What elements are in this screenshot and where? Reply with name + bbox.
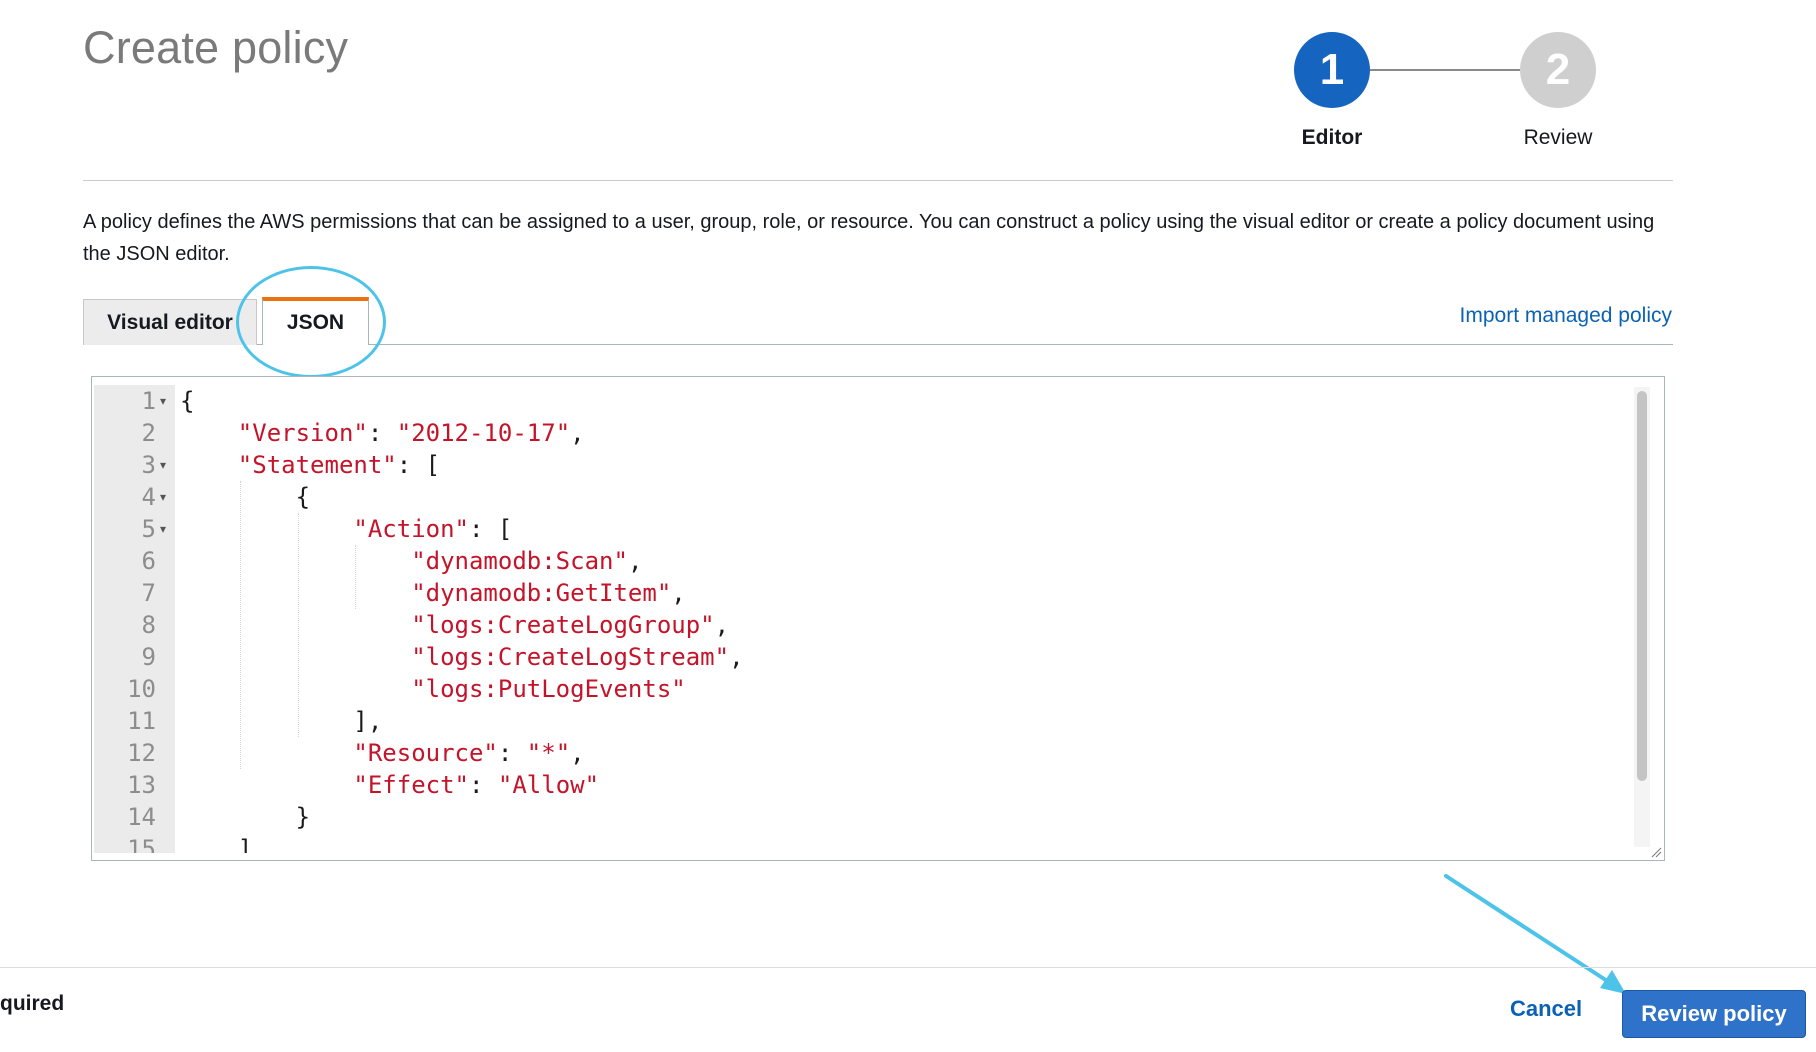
review-policy-button[interactable]: Review policy (1622, 990, 1806, 1038)
line-number: 7 (141, 579, 156, 607)
line-number: 15 (127, 835, 156, 853)
line-number: 6 (141, 547, 156, 575)
line-number: 3 (141, 451, 156, 479)
code-line: "logs:CreateLogStream", (411, 643, 744, 671)
stepper-connector (1370, 69, 1520, 71)
step-2-indicator: 2 (1520, 32, 1596, 108)
page-title: Create policy (83, 22, 349, 73)
editor-scrollbar-thumb[interactable] (1637, 391, 1647, 781)
code-area[interactable]: { "Version": "2012-10-17", "Statement": … (180, 385, 1664, 853)
tab-visual-editor[interactable]: Visual editor (83, 299, 257, 345)
resize-handle-icon[interactable] (1650, 846, 1662, 858)
tab-visual-editor-label: Visual editor (107, 310, 233, 334)
required-note: quired (0, 992, 65, 1015)
step-1-indicator: 1 (1294, 32, 1370, 108)
header-divider (83, 180, 1673, 181)
fold-toggle-icon[interactable]: ▾ (160, 513, 166, 545)
annotation-arrow-icon (1444, 874, 1626, 994)
line-number: 12 (127, 739, 156, 767)
editor-scrollbar[interactable] (1634, 387, 1650, 847)
code-line: "logs:CreateLogGroup", (411, 611, 730, 639)
line-number: 11 (127, 707, 156, 735)
code-line: ] (180, 835, 253, 853)
code-line: "Statement": [ (237, 451, 441, 479)
json-editor[interactable]: 1 ▾ 2 3 ▾ 4 ▾ 5 ▾ 6 7 8 9 10 11 12 13 14 15 { "Version": "… (91, 376, 1665, 861)
step-1-label: Editor (1301, 126, 1363, 149)
line-number: 2 (141, 419, 156, 447)
footer-divider (0, 967, 1816, 968)
line-number: 1 (141, 387, 156, 415)
code-line: "dynamodb:Scan", (411, 547, 643, 575)
code-line: "dynamodb:GetItem", (411, 579, 686, 607)
line-number: 5 (141, 515, 156, 543)
import-managed-policy-link[interactable]: Import managed policy (1460, 304, 1672, 328)
code-line: { (180, 483, 311, 511)
code-line: "Effect": "Allow" (353, 771, 600, 799)
code-line: ], (180, 707, 383, 735)
code-line: { (180, 387, 195, 415)
code-line: "logs:PutLogEvents" (411, 675, 686, 703)
fold-toggle-icon[interactable]: ▾ (160, 481, 166, 513)
line-number-gutter: 1 ▾ 2 3 ▾ 4 ▾ 5 ▾ 6 7 8 9 10 11 12 13 14 15 (94, 385, 175, 853)
line-number: 8 (141, 611, 156, 639)
line-number: 14 (127, 803, 156, 831)
code-line: "Resource": "*", (353, 739, 585, 767)
line-number: 4 (141, 483, 156, 511)
step-2-label: Review (1523, 126, 1593, 149)
code-line: "Version": "2012-10-17", (237, 419, 585, 447)
code-line: } (180, 803, 311, 831)
fold-toggle-icon[interactable]: ▾ (160, 385, 166, 417)
tab-json[interactable]: JSON (262, 297, 369, 345)
line-number: 13 (127, 771, 156, 799)
fold-toggle-icon[interactable]: ▾ (160, 449, 166, 481)
tab-json-label: JSON (286, 311, 345, 334)
line-number: 10 (127, 675, 156, 703)
policy-description: A policy defines the AWS permissions tha… (83, 211, 1655, 265)
code-line: "Action": [ (353, 515, 513, 543)
cancel-button[interactable]: Cancel (1510, 996, 1582, 1022)
line-number: 9 (141, 643, 156, 671)
